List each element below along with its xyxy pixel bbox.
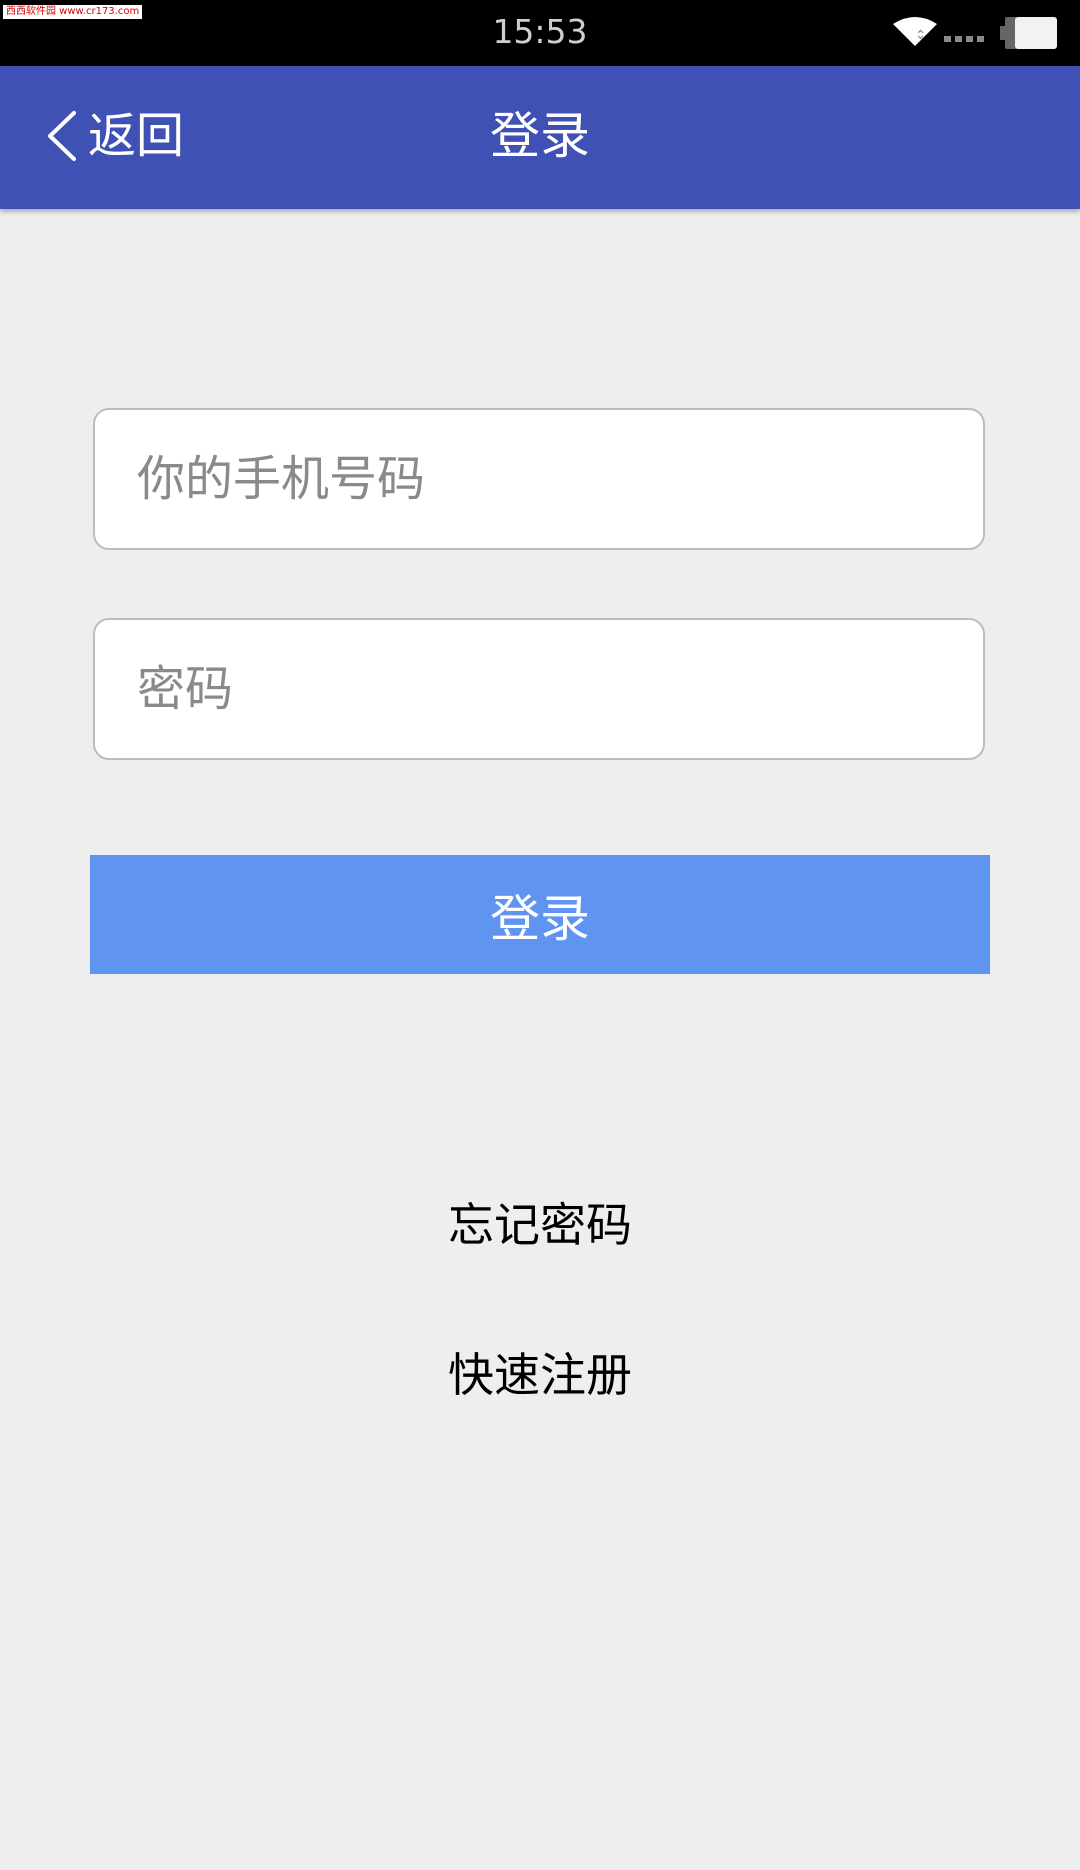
signal-icon — [944, 29, 984, 48]
password-field — [93, 618, 985, 760]
battery-icon — [1000, 17, 1058, 53]
password-input[interactable] — [95, 620, 983, 758]
forgot-password-link[interactable]: 忘记密码 — [0, 1195, 1080, 1255]
phone-field — [93, 408, 985, 550]
phone-input[interactable] — [95, 410, 983, 548]
app-bar: 返回 登录 — [0, 66, 1080, 209]
page-title: 登录 — [490, 107, 590, 165]
status-bar: 西西软件园 www.cr173.com 15:53 — [0, 0, 1080, 66]
wifi-icon — [893, 16, 937, 50]
login-button[interactable]: 登录 — [90, 855, 990, 974]
quick-register-link[interactable]: 快速注册 — [0, 1345, 1080, 1405]
